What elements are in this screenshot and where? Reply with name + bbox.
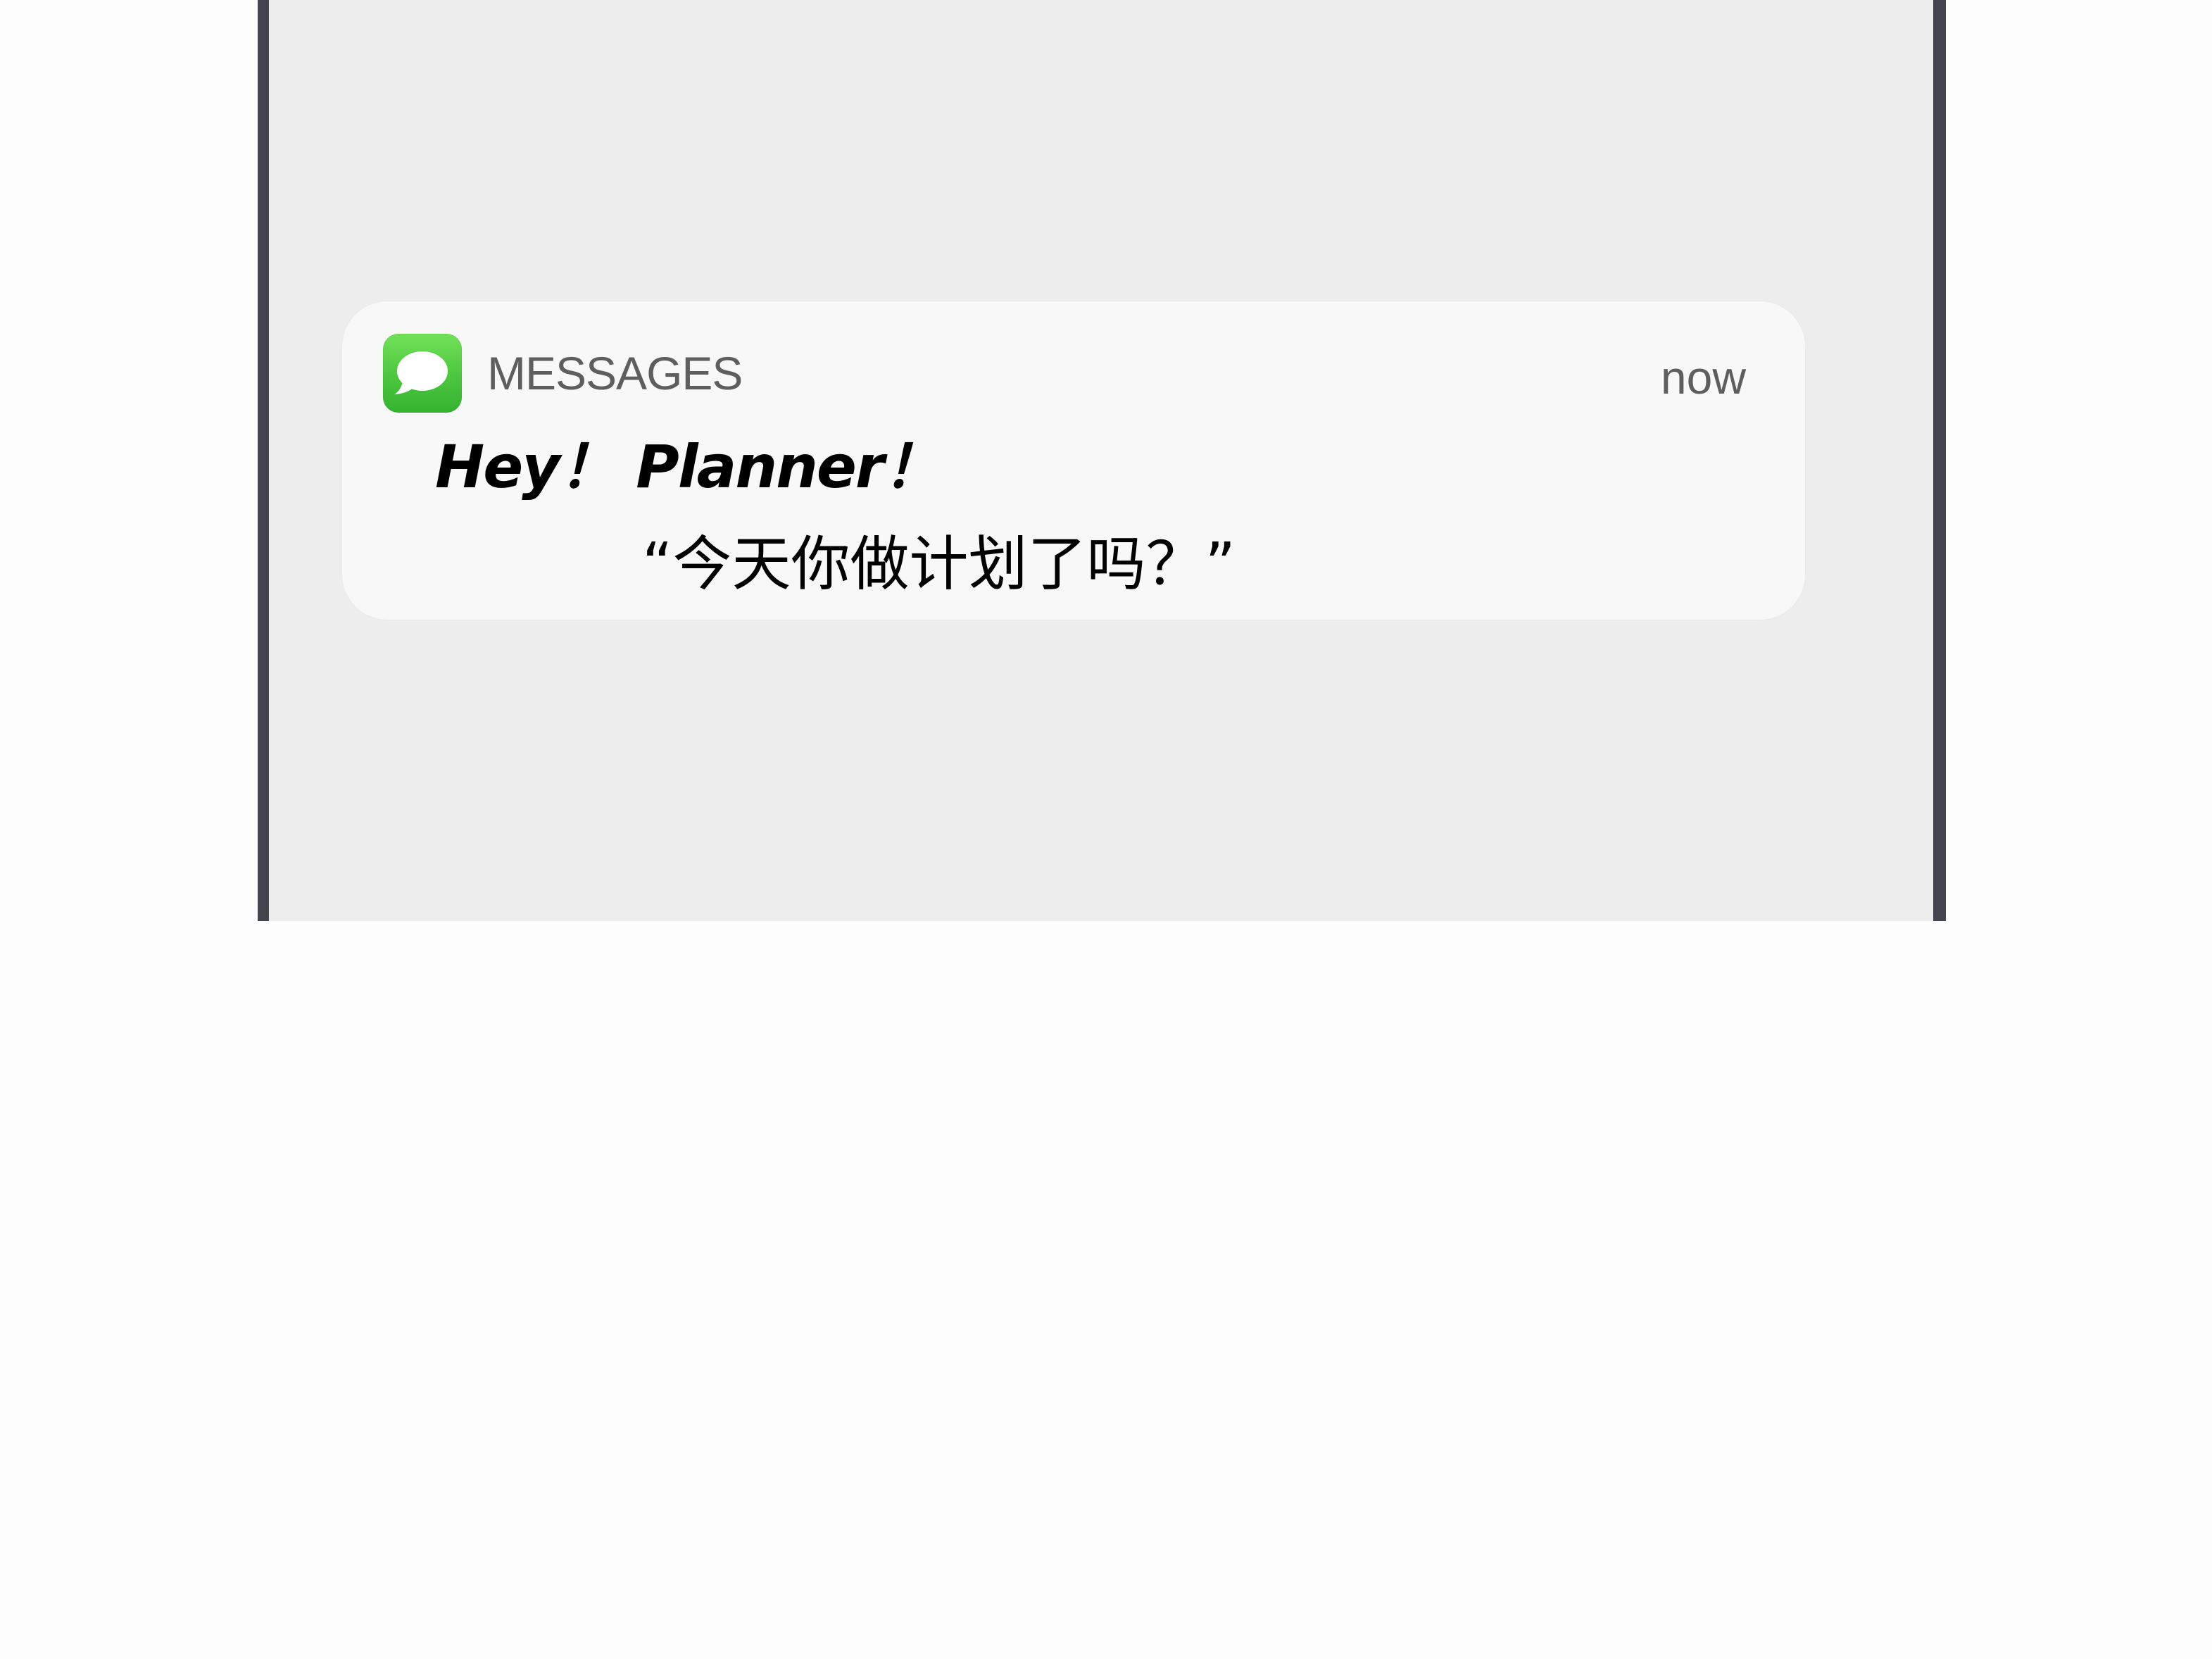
phone-frame: MESSAGES now Hey！ Planner！ “今天你做计划了吗？”: [258, 0, 1946, 921]
notification-timestamp: now: [1660, 351, 1746, 403]
message-body: “今天你做计划了吗？”: [642, 530, 1236, 599]
speech-bubble-icon: [394, 351, 448, 394]
message-title: Hey！ Planner！: [435, 432, 942, 501]
phone-screen: MESSAGES now Hey！ Planner！ “今天你做计划了吗？”: [269, 0, 1933, 921]
app-name: MESSAGES: [487, 347, 743, 399]
page: MESSAGES now Hey！ Planner！ “今天你做计划了吗？”: [0, 0, 2212, 1659]
message-notification[interactable]: MESSAGES now Hey！ Planner！ “今天你做计划了吗？”: [342, 301, 1805, 620]
messages-app-icon: [383, 334, 462, 413]
